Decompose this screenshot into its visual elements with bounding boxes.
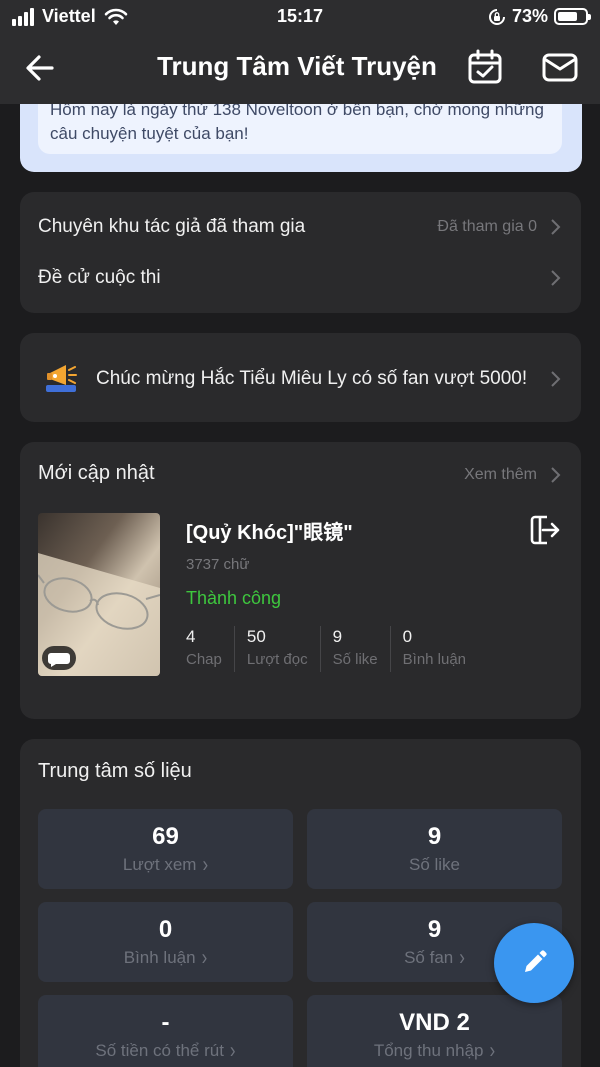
chevron-right-icon: › xyxy=(459,945,465,970)
write-fab[interactable] xyxy=(494,923,574,1003)
glasses-photo xyxy=(38,513,160,676)
book-word-count: 3737 chữ xyxy=(186,556,250,573)
stat-value: 4 xyxy=(186,627,196,646)
status-bar: Viettel 15:17 73% xyxy=(0,0,600,34)
tile-withdrawable[interactable]: - Số tiền có thể rút › xyxy=(38,995,293,1067)
chevron-right-icon xyxy=(551,467,561,483)
book-status: Thành công xyxy=(186,588,282,608)
battery-percent: 73% xyxy=(511,6,548,26)
data-center-card: Trung tâm số liệu 69 Lượt xem › 9 Số like… xyxy=(20,739,581,1067)
rotation-lock-icon xyxy=(488,8,505,25)
announcement-row: Chúc mừng Hắc Tiểu Miêu Ly có số fan vượ… xyxy=(96,366,561,392)
see-more-label: Xem thêm xyxy=(464,466,537,483)
battery-level xyxy=(558,12,577,21)
tile-views[interactable]: 69 Lượt xem › xyxy=(38,809,293,889)
stat-value: 50 xyxy=(246,627,266,646)
chevron-right-icon: › xyxy=(229,1038,236,1063)
author-zone-label: Chuyên khu tác giả đã tham gia xyxy=(38,216,306,237)
stat-label: Số like xyxy=(332,651,378,668)
book-cover[interactable] xyxy=(38,513,160,676)
page-title: Trung Tâm Viết Truyện xyxy=(157,51,437,81)
chevron-right-icon xyxy=(551,219,561,235)
chevron-right-icon: › xyxy=(201,945,208,970)
book-stats: 4 Chap 50 Lượt đọc 9 Số like 0 Bình luận xyxy=(186,626,490,672)
contest-row[interactable]: Đề cử cuộc thi xyxy=(38,265,561,291)
stat-label: Bình luận xyxy=(402,651,467,668)
see-more-link[interactable]: Xem thêm xyxy=(464,462,561,488)
author-zone-row[interactable]: Chuyên khu tác giả đã tham gia Đã tham g… xyxy=(38,214,561,240)
chevron-right-icon xyxy=(551,371,561,387)
stat-chapters: 4 Chap xyxy=(186,626,235,672)
stat-likes: 9 Số like xyxy=(333,626,391,672)
links-card: Chuyên khu tác giả đã tham gia Đã tham g… xyxy=(20,192,581,313)
tile-label: Tổng thu nhập › xyxy=(373,1038,496,1063)
stat-label: Lượt đọc xyxy=(246,651,308,668)
tile-label: Số like xyxy=(408,855,461,874)
tile-total-income[interactable]: VND 2 Tổng thu nhập › xyxy=(307,995,562,1067)
tile-value: 0 xyxy=(158,916,173,943)
header: Viettel 15:17 73% Trung Tâm Viết Truyện xyxy=(0,0,600,104)
chevron-right-icon: › xyxy=(202,852,209,877)
tile-value: 9 xyxy=(427,823,442,850)
exit-icon[interactable] xyxy=(529,514,561,546)
stat-comments: 0 Bình luận xyxy=(403,626,478,672)
recent-updates-card: Mới cập nhật Xem thêm [Quỷ Khóc]"眼镜" 373… xyxy=(20,442,581,719)
tile-comments[interactable]: 0 Bình luận › xyxy=(38,902,293,982)
nav-bar: Trung Tâm Viết Truyện xyxy=(0,34,600,104)
contest-label: Đề cử cuộc thi xyxy=(38,267,161,288)
mail-icon[interactable] xyxy=(540,48,580,86)
screen: Hôm nay là ngày thứ 138 Noveltoon ở bên … xyxy=(0,0,600,1067)
tile-value: 69 xyxy=(152,823,179,850)
tile-label: Số tiền có thể rút › xyxy=(95,1038,236,1063)
announcement-card[interactable]: Chúc mừng Hắc Tiểu Miêu Ly có số fan vượ… xyxy=(20,333,581,422)
chevron-right-icon xyxy=(551,270,561,286)
chevron-right-icon: › xyxy=(489,1038,496,1063)
tile-value: - xyxy=(161,1009,170,1036)
stat-label: Chap xyxy=(186,651,222,668)
tile-value: VND 2 xyxy=(399,1009,470,1036)
megaphone-icon xyxy=(46,365,77,392)
tile-label: Lượt xem › xyxy=(122,852,209,877)
stat-reads: 50 Lượt đọc xyxy=(247,626,321,672)
calendar-check-icon[interactable] xyxy=(466,48,504,86)
tile-label: Bình luận › xyxy=(123,945,208,970)
book-title[interactable]: [Quỷ Khóc]"眼镜" xyxy=(186,516,353,545)
tile-likes[interactable]: 9 Số like xyxy=(307,809,562,889)
battery-icon xyxy=(554,8,591,25)
announcement-text: Chúc mừng Hắc Tiểu Miêu Ly có số fan vượ… xyxy=(96,368,528,389)
recent-updates-title: Mới cập nhật xyxy=(38,462,155,484)
stat-value: 0 xyxy=(402,627,413,646)
data-center-title: Trung tâm số liệu xyxy=(38,760,192,782)
stat-value: 9 xyxy=(332,627,343,646)
author-zone-count: Đã tham gia 0 xyxy=(437,218,537,235)
pencil-icon xyxy=(525,950,547,972)
